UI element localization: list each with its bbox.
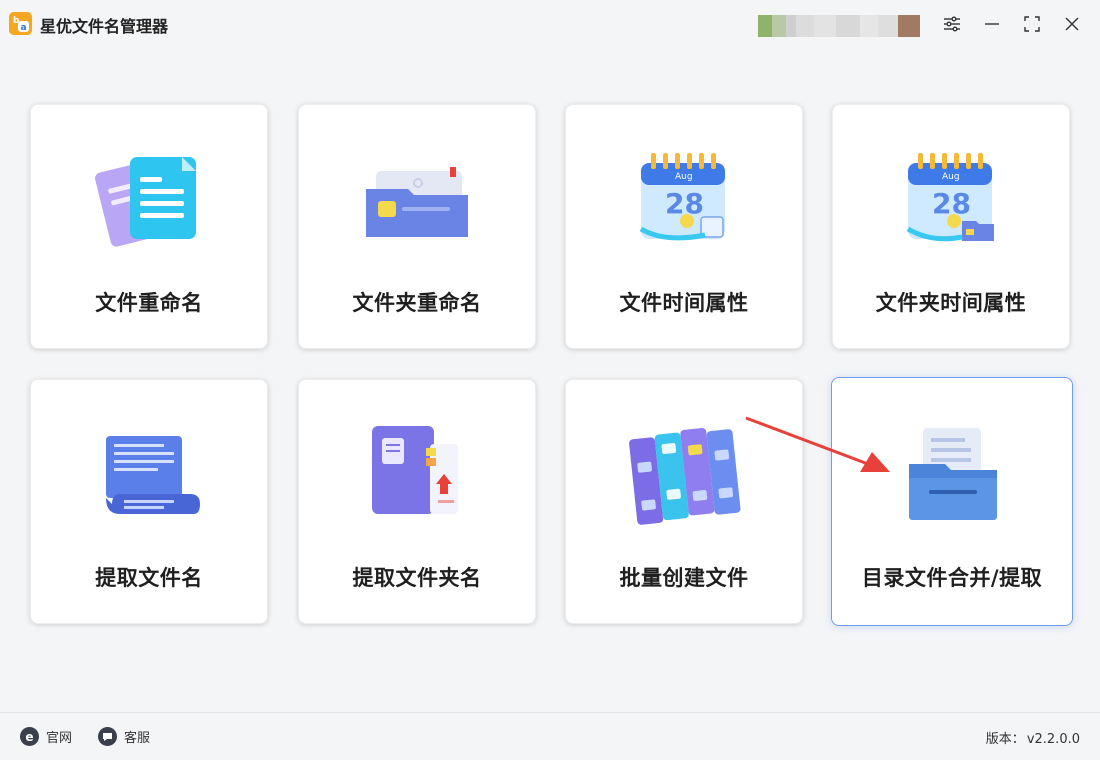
card-file-time[interactable]: Aug 28 文件时间属性 [565,104,803,349]
card-extract-filename[interactable]: 提取文件名 [30,379,268,624]
website-label: 官网 [46,731,73,746]
card-label: 目录文件合并/提取 [861,566,1043,590]
browser-e-icon: e [20,727,39,746]
version-number: v2.2.0.0 [1026,732,1080,747]
title-bar: b a 星优文件名管理器 [0,0,1100,46]
card-merge-extract[interactable]: 目录文件合并/提取 [831,377,1073,626]
svg-text:Aug: Aug [675,172,693,182]
app-logo-icon: b a [9,12,32,35]
card-folder-time[interactable]: Aug 28 文件夹时间属性 [832,104,1070,349]
documents-icon [90,143,210,253]
support-link[interactable]: 客服 [98,727,150,746]
version-info: 版本： v2.2.0.0 [986,728,1080,747]
card-batch-create[interactable]: 批量创建文件 [565,379,803,624]
svg-text:Aug: Aug [942,172,960,182]
version-label: 版本： [985,732,1025,747]
card-extract-foldername[interactable]: 提取文件夹名 [298,379,536,624]
minimize-icon[interactable] [980,12,1004,36]
svg-text:a: a [21,23,27,33]
user-avatar-area[interactable] [758,15,920,37]
calendar-folder-icon: Aug 28 [892,143,1012,253]
settings-icon[interactable] [940,12,964,36]
card-label: 提取文件夹名 [352,566,482,590]
calendar-icon: Aug 28 [625,143,745,253]
card-label: 文件时间属性 [619,291,749,315]
card-file-rename[interactable]: 文件重命名 [30,104,268,349]
book-folder-icon [358,418,478,528]
maximize-icon[interactable] [1020,12,1044,36]
card-label: 文件夹重命名 [352,291,482,315]
card-label: 批量创建文件 [619,566,749,590]
close-icon[interactable] [1060,12,1084,36]
card-folder-rename[interactable]: 文件夹重命名 [298,104,536,349]
chat-icon [98,727,117,746]
website-link[interactable]: e 官网 [20,727,72,746]
card-label: 文件夹时间属性 [875,291,1027,315]
card-label: 提取文件名 [95,566,203,590]
support-label: 客服 [124,731,151,746]
scroll-document-icon [90,418,210,528]
binders-icon [625,418,745,528]
card-label: 文件重命名 [95,291,203,315]
folder-icon [358,143,478,253]
footer: e 官网 客服 版本： v2.2.0.0 [0,712,1100,760]
feature-grid: 文件重命名 文件夹重命名 Aug 28 文件时间属性 Aug 28 文件夹时间属… [30,104,1074,626]
app-title: 星优文件名管理器 [40,17,169,36]
file-tray-icon [893,418,1013,528]
